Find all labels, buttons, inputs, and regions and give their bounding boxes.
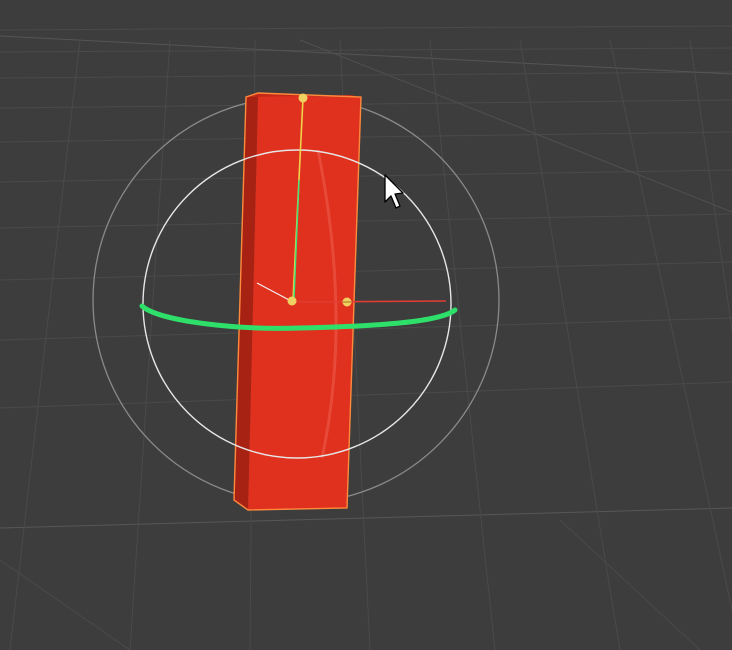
x-axis-handle[interactable] bbox=[291, 300, 447, 303]
y-axis-knob[interactable] bbox=[298, 93, 308, 103]
arrow-cursor-icon bbox=[384, 174, 404, 209]
3d-viewport[interactable] bbox=[0, 0, 732, 650]
pivot-point[interactable] bbox=[287, 296, 297, 306]
viewport-canvas[interactable] bbox=[0, 0, 732, 650]
x-axis-knob[interactable] bbox=[342, 297, 352, 307]
ground-grid bbox=[0, 25, 732, 650]
